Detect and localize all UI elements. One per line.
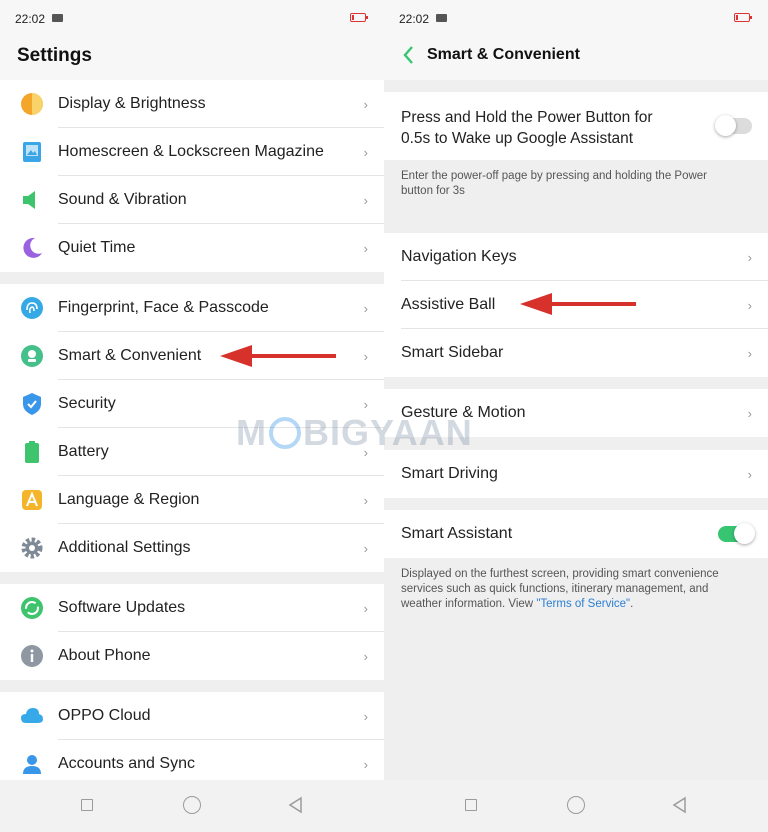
battery-low-icon — [734, 13, 752, 22]
chevron-right-icon: › — [363, 241, 368, 256]
watermark-logo-icon — [269, 417, 301, 449]
item-label: Smart Driving — [401, 465, 498, 482]
settings-item-label: Quiet Time — [58, 239, 136, 256]
power-button-label: Press and Hold the Power Button for 0.5s … — [401, 109, 653, 147]
smart-icon — [21, 345, 43, 367]
chevron-right-icon: › — [747, 406, 752, 421]
smart-assistant-setting[interactable]: Smart Assistant — [384, 510, 768, 558]
settings-item-fingerprint[interactable]: Fingerprint, Face & Passcode › — [0, 284, 384, 332]
sound-icon — [23, 191, 35, 209]
magazine-icon — [23, 142, 41, 162]
smart-assistant-label: Smart Assistant — [401, 525, 513, 542]
chevron-right-icon: › — [363, 97, 368, 112]
battery-icon — [25, 441, 39, 463]
status-time: 22:02 — [399, 12, 430, 26]
chevron-right-icon: › — [363, 757, 368, 772]
settings-item-sound-vibration[interactable]: Sound & Vibration › — [0, 176, 384, 224]
settings-item-label: Fingerprint, Face & Passcode — [58, 299, 269, 316]
red-arrow-annotation — [220, 345, 336, 367]
update-icon — [21, 597, 43, 619]
settings-group-4: OPPO Cloud › Accounts and Sync › — [0, 692, 384, 780]
settings-item-label: Accounts and Sync — [58, 755, 195, 772]
language-icon — [22, 490, 42, 510]
chevron-right-icon: › — [363, 349, 368, 364]
settings-item-label: Homescreen & Lockscreen Magazine — [58, 143, 324, 160]
back-icon[interactable] — [287, 796, 305, 814]
settings-item-oppo-cloud[interactable]: OPPO Cloud › — [0, 692, 384, 740]
chevron-right-icon: › — [363, 193, 368, 208]
account-icon — [23, 755, 41, 774]
home-icon[interactable] — [567, 796, 585, 814]
smart-assistant-note: Displayed on the furthest screen, provid… — [401, 568, 719, 610]
home-icon[interactable] — [183, 796, 201, 814]
page-title: Settings — [17, 45, 92, 66]
chevron-right-icon: › — [363, 649, 368, 664]
fingerprint-icon — [21, 297, 43, 319]
terms-of-service-link[interactable]: "Terms of Service" — [536, 598, 630, 610]
status-bar: 22:02 — [0, 0, 384, 40]
moon-icon — [23, 237, 42, 258]
chevron-right-icon: › — [363, 301, 368, 316]
notification-icon — [52, 14, 63, 22]
chevron-right-icon: › — [363, 709, 368, 724]
settings-item-label: Software Updates — [58, 599, 186, 616]
notification-icon — [436, 14, 447, 22]
battery-low-icon — [350, 13, 368, 22]
settings-item-label: Battery — [58, 443, 109, 460]
recents-icon[interactable] — [465, 799, 477, 811]
settings-item-language-region[interactable]: Language & Region › — [0, 476, 384, 524]
settings-item-label: Sound & Vibration — [58, 191, 187, 208]
chevron-right-icon: › — [363, 397, 368, 412]
gear-icon — [21, 537, 43, 559]
chevron-right-icon: › — [747, 250, 752, 265]
settings-item-quiet-time[interactable]: Quiet Time › — [0, 224, 384, 272]
power-button-note: Enter the power-off page by pressing and… — [401, 170, 708, 197]
status-bar: 22:02 — [384, 0, 768, 40]
item-label: Navigation Keys — [401, 248, 517, 265]
item-label: Smart Sidebar — [401, 344, 504, 361]
back-icon[interactable] — [671, 796, 689, 814]
navigation-bar — [384, 780, 768, 832]
navigation-keys-item[interactable]: Navigation Keys › — [384, 233, 768, 281]
item-label: Assistive Ball — [401, 296, 496, 313]
settings-item-label: Smart & Convenient — [58, 347, 202, 364]
settings-item-display-brightness[interactable]: Display & Brightness › — [0, 80, 384, 128]
settings-item-additional-settings[interactable]: Additional Settings › — [0, 524, 384, 572]
chevron-right-icon: › — [363, 145, 368, 160]
page-title: Smart & Convenient — [427, 46, 580, 63]
settings-group-3: Software Updates › About Phone › — [0, 584, 384, 680]
smart-assistant-toggle[interactable] — [718, 523, 755, 544]
settings-item-homescreen-magazine[interactable]: Homescreen & Lockscreen Magazine › — [0, 128, 384, 176]
settings-group-1: Display & Brightness › Homescreen & Lock… — [0, 80, 384, 272]
info-icon — [21, 645, 43, 667]
settings-item-label: About Phone — [58, 647, 151, 664]
settings-item-about-phone[interactable]: About Phone › — [0, 632, 384, 680]
chevron-right-icon: › — [747, 467, 752, 482]
settings-item-label: Additional Settings — [58, 539, 191, 556]
title-bar: Smart & Convenient — [384, 40, 768, 80]
navigation-bar — [0, 780, 384, 832]
chevron-right-icon: › — [363, 493, 368, 508]
settings-item-label: Language & Region — [58, 491, 200, 508]
back-arrow-icon[interactable] — [400, 44, 420, 66]
display-icon — [21, 93, 43, 115]
settings-item-software-updates[interactable]: Software Updates › — [0, 584, 384, 632]
settings-item-label: OPPO Cloud — [58, 707, 151, 724]
chevron-right-icon: › — [363, 601, 368, 616]
settings-item-label: Display & Brightness — [58, 95, 206, 112]
red-arrow-annotation — [520, 293, 636, 315]
chevron-right-icon: › — [747, 346, 752, 361]
status-time: 22:02 — [15, 12, 46, 26]
smart-sidebar-item[interactable]: Smart Sidebar › — [384, 329, 768, 377]
shield-icon — [23, 393, 41, 415]
recents-icon[interactable] — [81, 799, 93, 811]
power-button-toggle[interactable] — [715, 115, 752, 136]
cloud-icon — [21, 708, 43, 723]
settings-item-label: Security — [58, 395, 116, 412]
chevron-right-icon: › — [363, 541, 368, 556]
mobigyaan-watermark: M BIGYAAN — [236, 412, 473, 453]
chevron-right-icon: › — [747, 298, 752, 313]
power-button-setting[interactable]: Press and Hold the Power Button for 0.5s … — [384, 92, 768, 160]
title-bar: Settings — [0, 40, 384, 80]
